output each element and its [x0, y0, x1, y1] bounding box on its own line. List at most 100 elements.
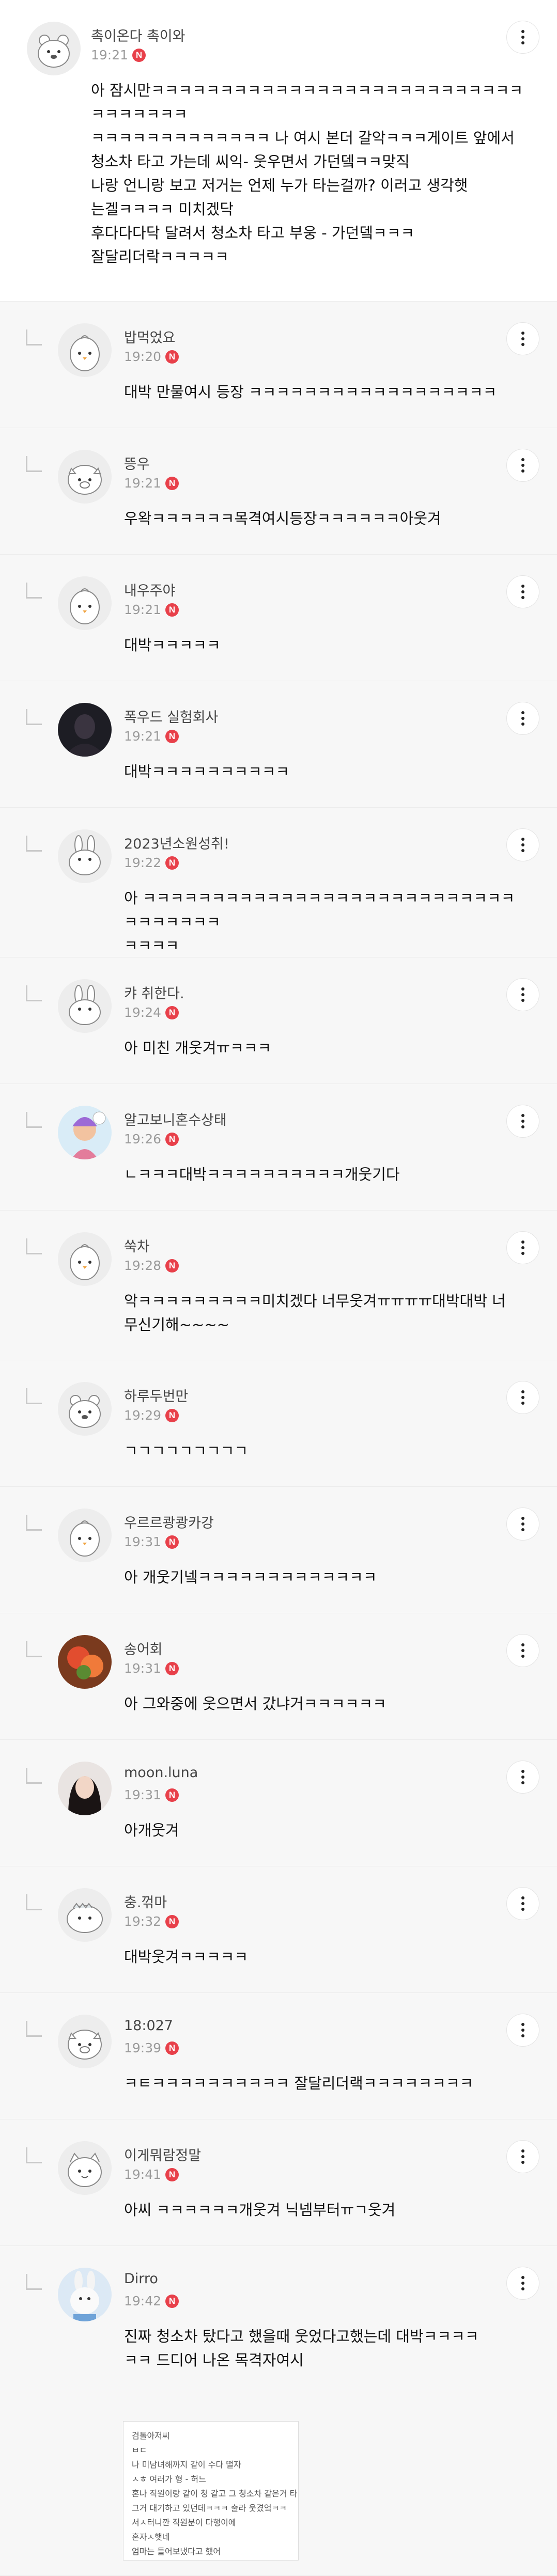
more-options-button[interactable] — [506, 1231, 539, 1264]
author-name[interactable]: 캬 취한다. — [124, 982, 184, 1002]
more-options-button[interactable] — [506, 1105, 539, 1138]
avatar[interactable] — [58, 1232, 112, 1286]
new-badge: N — [165, 1006, 179, 1019]
new-badge: N — [165, 1535, 179, 1549]
avatar[interactable] — [27, 22, 81, 75]
time-text: 19:21 — [124, 476, 162, 491]
avatar[interactable] — [58, 1106, 112, 1159]
more-options-button[interactable] — [506, 2140, 539, 2173]
reply-indent-icon — [26, 985, 42, 1001]
author-name[interactable]: 뜽우 — [124, 453, 150, 473]
comment-text: ㅋㅌㅋㅋㅋㅋㅋㅋㅋㅋㅋㅋ 잘달리더랙ㅋㅋㅋㅋㅋㅋㅋㅋ — [124, 2075, 474, 2092]
reply-comment: Dirro 19:42 N 진짜 청소차 탔다고 했을때 웃었다고했는데 대박ㅋㅋㅋㅋ… — [0, 2246, 557, 2576]
attachment-line: ㅅㅎ 여러가 형 - 허느 — [132, 2474, 206, 2484]
more-options-button[interactable] — [506, 449, 539, 482]
author-name[interactable]: 이게뭐람정말 — [124, 2144, 201, 2164]
reply-comment: 송어회 19:31 N 아 그와중에 웃으면서 갔냐거ㅋㅋㅋㅋㅋㅋ — [0, 1613, 557, 1740]
new-badge: N — [132, 48, 146, 62]
more-options-button[interactable] — [506, 2267, 539, 2300]
new-badge: N — [165, 1788, 179, 1802]
author-name[interactable]: 하루두번만 — [124, 1385, 188, 1405]
author-name[interactable]: 내우주야 — [124, 579, 175, 600]
comment-time: 19:32 N — [124, 1914, 179, 1929]
more-options-button[interactable] — [506, 2014, 539, 2047]
avatar[interactable] — [58, 2015, 112, 2068]
time-text: 19:28 — [124, 1258, 162, 1273]
author-name[interactable]: 알고보니혼수상태 — [124, 1109, 227, 1129]
comment-time: 19:20 N — [124, 349, 179, 364]
more-options-button[interactable] — [506, 21, 539, 54]
reply-comment: 하루두번만 19:29 N ㄱㄱㄱㄱㄱㄱㄱㄱㄱ — [0, 1360, 557, 1487]
author-name[interactable]: 촉이온다 촉이와 — [91, 25, 185, 45]
more-options-button[interactable] — [506, 1634, 539, 1667]
avatar[interactable] — [58, 979, 112, 1033]
new-badge: N — [165, 1408, 179, 1422]
reply-comment: 알고보니혼수상태 19:26 N ㄴㅋㅋㅋ대박ㅋㅋㅋㅋㅋㅋㅋㅋㅋㅋ개웃기다 — [0, 1084, 557, 1211]
time-text: 19:21 — [124, 602, 162, 617]
avatar[interactable] — [58, 703, 112, 757]
attachment-line: 혼나 직원이랑 같이 청 같고 그 청소차 같은거 타 — [132, 2489, 298, 2499]
more-options-button[interactable] — [506, 322, 539, 355]
attachment-line: 그거 대기하고 있던데ㅋㅋㅋ 출라 웃겼엌ㅋㅋ — [132, 2503, 287, 2513]
avatar[interactable] — [58, 829, 112, 883]
avatar[interactable] — [58, 1382, 112, 1436]
new-badge: N — [165, 2167, 179, 2181]
author-name[interactable]: moon.luna — [124, 1765, 198, 1781]
time-text: 19:26 — [124, 1132, 162, 1146]
attached-image[interactable]: 검톨아저씨 ㅂㄷ 나 미남녀해까지 같이 수다 떨자 ㅅㅎ 여러가 형 - 허느 혼나 … — [123, 2421, 299, 2561]
reply-comment: 내우주야 19:21 N 대박ㅋㅋㅋㅋㅋ — [0, 555, 557, 681]
more-options-button[interactable] — [506, 1507, 539, 1541]
more-options-button[interactable] — [506, 1887, 539, 1920]
more-options-button[interactable] — [506, 828, 539, 861]
author-name[interactable]: 밥먹었요 — [124, 326, 175, 347]
comment-text: 아 잠시만ㅋㅋㅋㅋㅋㅋㅋㅋㅋㅋㅋㅋㅋㅋㅋㅋㅋㅋㅋㅋㅋㅋㅋㅋㅋㅋㅋㅋㅋㅋㅋㅋㅋㅋ … — [91, 82, 523, 265]
new-badge: N — [165, 2294, 179, 2308]
avatar[interactable] — [58, 1762, 112, 1815]
reply-indent-icon — [26, 1238, 42, 1254]
comment-text: ㄴㅋㅋㅋ대박ㅋㅋㅋㅋㅋㅋㅋㅋㅋㅋ개웃기다 — [124, 1166, 400, 1183]
new-badge: N — [165, 1259, 179, 1273]
more-options-button[interactable] — [506, 702, 539, 735]
comment-text: 아 ㅋㅋㅋㅋㅋㅋㅋㅋㅋㅋㅋㅋㅋㅋㅋㅋㅋㅋㅋㅋㅋㅋㅋㅋㅋㅋㅋㅋㅋㅋㅋㅋㅋㅋ ㅋㅋㅋ… — [124, 889, 515, 954]
avatar[interactable] — [58, 1509, 112, 1562]
author-name[interactable]: 송어회 — [124, 1638, 163, 1658]
avatar[interactable] — [58, 2141, 112, 2195]
more-options-button[interactable] — [506, 1381, 539, 1414]
author-name[interactable]: 우르르쾅쾅카강 — [124, 1512, 214, 1532]
time-text: 19:24 — [124, 1005, 162, 1020]
reply-comment: 우르르쾅쾅카강 19:31 N 아 개웃기넼ㅋㅋㅋㅋㅋㅋㅋㅋㅋㅋㅋㅋㅋ — [0, 1487, 557, 1613]
attachment-line: 엄마는 들어보냈다고 했어 — [132, 2547, 221, 2556]
new-badge: N — [165, 603, 179, 617]
avatar[interactable] — [58, 1888, 112, 1942]
reply-comment: 밥먹었요 19:20 N 대박 만물여시 등장 ㅋㅋㅋㅋㅋㅋㅋㅋㅋㅋㅋㅋㅋㅋㅋㅋㅋㅋ — [0, 302, 557, 428]
time-text: 19:42 — [124, 2294, 162, 2308]
reply-indent-icon — [26, 2021, 42, 2037]
reply-indent-icon — [26, 1641, 42, 1657]
more-options-button[interactable] — [506, 575, 539, 608]
new-badge: N — [165, 1914, 179, 1928]
avatar[interactable] — [58, 450, 112, 504]
avatar[interactable] — [58, 576, 112, 630]
author-name[interactable]: 18:027 — [124, 2018, 173, 2034]
attachment-line: 혼자ㅅ햇네 — [132, 2532, 170, 2542]
comment-time: 19:39 N — [124, 2040, 179, 2055]
more-options-button[interactable] — [506, 1761, 539, 1794]
more-options-button[interactable] — [506, 978, 539, 1011]
avatar[interactable] — [58, 2268, 112, 2321]
comment-text: 아개웃겨 — [124, 1821, 179, 1839]
author-name[interactable]: 2023년소원성취! — [124, 833, 229, 853]
reply-comment: 뜽우 19:21 N 우왁ㅋㅋㅋㅋㅋㅋ목격여시등장ㅋㅋㅋㅋㅋㅋ아웃겨 — [0, 428, 557, 555]
attachment-line: 서ㅅ터니깐 직원분이 다행이에 — [132, 2518, 236, 2527]
reply-indent-icon — [26, 1768, 42, 1784]
time-text: 19:22 — [124, 855, 162, 870]
time-text: 19:21 — [91, 48, 129, 62]
comment: 촉이온다 촉이와 19:21 N 아 잠시만ㅋㅋㅋㅋㅋㅋㅋㅋㅋㅋㅋㅋㅋㅋㅋㅋㅋㅋㅋㅋㅋ… — [0, 0, 557, 302]
avatar[interactable] — [58, 1635, 112, 1689]
author-name[interactable]: 폭우드 실험회사 — [124, 706, 218, 726]
reply-comment: 폭우드 실험회사 19:21 N 대박ㅋㅋㅋㅋㅋㅋㅋㅋㅋㅋ — [0, 681, 557, 808]
reply-comment: 이게뭐람정말 19:41 N 아씨 ㅋㅋㅋㅋㅋㅋ개웃겨 닉넴부터ㅠㄱ웃겨 — [0, 2119, 557, 2246]
author-name[interactable]: 쑥차 — [124, 1235, 150, 1255]
author-name[interactable]: 충.꺾마 — [124, 1891, 167, 1911]
author-name[interactable]: Dirro — [124, 2271, 158, 2287]
avatar[interactable] — [58, 323, 112, 377]
